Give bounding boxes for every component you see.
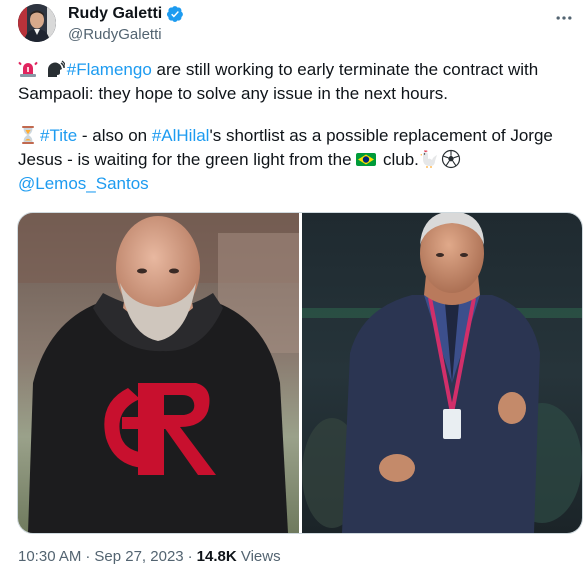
paragraph-2-text-1: - also on <box>77 126 152 145</box>
tweet-date[interactable]: Sep 27, 2023 <box>94 548 183 565</box>
avatar-image <box>18 4 56 42</box>
author-display-name[interactable]: Rudy Galetti <box>68 5 162 23</box>
brazil-flag-emoji <box>356 149 377 169</box>
mention-lemos-santos-link[interactable]: @Lemos_Santos <box>18 174 149 193</box>
tweet-paragraph-3: @Lemos_Santos <box>18 172 578 196</box>
speaking-head-emoji <box>45 59 65 79</box>
hourglass-emoji <box>18 125 38 145</box>
meta-separator: · <box>85 548 91 565</box>
tweet-time[interactable]: 10:30 AM <box>18 548 81 565</box>
rotating-light-emoji <box>18 59 38 79</box>
tweet-card: Rudy Galetti @RudyGaletti #Flamengo are … <box>0 0 588 585</box>
tweet-meta: 10:30 AM · Sep 27, 2023 · 14.8K Views <box>18 548 281 565</box>
hashtag-flamengo-link[interactable]: #Flamengo <box>67 60 152 79</box>
tite-suit-photo[interactable] <box>302 213 582 533</box>
verified-badge-icon[interactable] <box>166 5 184 23</box>
author-handle[interactable]: @RudyGaletti <box>68 26 184 43</box>
avatar[interactable] <box>18 4 56 42</box>
tweet-paragraph-2: #Tite - also on #AlHilal's shortlist as … <box>18 124 578 172</box>
tweet-paragraph-1: #Flamengo are still working to early ter… <box>18 58 578 106</box>
views-count: 14.8K <box>196 548 237 565</box>
views-label: Views <box>236 548 281 565</box>
soccer-ball-emoji <box>441 149 461 169</box>
sampaoli-flamengo-hoodie-photo[interactable] <box>18 213 299 533</box>
more-options-icon[interactable] <box>554 8 574 28</box>
tweet-media <box>17 212 583 534</box>
hashtag-tite-link[interactable]: #Tite <box>40 126 77 145</box>
tweet-text: #Flamengo are still working to early ter… <box>18 58 578 196</box>
rooster-emoji <box>419 149 439 169</box>
meta-separator-2: · <box>187 548 193 565</box>
tweet-author: Rudy Galetti @RudyGaletti <box>68 3 184 43</box>
hashtag-alhilal-link[interactable]: #AlHilal <box>152 126 210 145</box>
paragraph-2-text-3: club. <box>378 150 419 169</box>
